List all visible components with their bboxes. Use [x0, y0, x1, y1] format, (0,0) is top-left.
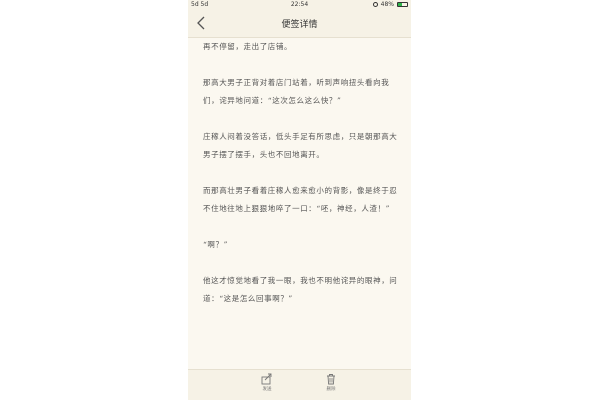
battery-percent: 48% — [380, 1, 394, 8]
note-paragraph: 他这才惊觉地看了我一眼，我也不明他诧异的眼神，问道：“这是怎么回事啊？” — [203, 276, 398, 303]
note-paragraph: 那高大男子正背对着店门站着，听到声响扭头看向我们，诧异地问道：“这次怎么这么快？… — [203, 78, 390, 105]
note-paragraph: 而那高壮男子看着庄稼人愈来愈小的背影，像是终于忍不住地往地上狠狠地啐了一口：“呸… — [203, 186, 398, 213]
note-paragraph: 庄稼人闷着没答话，低头手足有所思虑，只是朝那高大男子摆了摆手，头也不回地离开。 — [203, 132, 398, 159]
battery-fill — [398, 3, 403, 6]
battery-icon — [397, 2, 408, 7]
status-right: 48% — [372, 1, 408, 8]
bottom-toolbar: 发送 删除 — [188, 369, 411, 400]
note-paragraph: 再不停留，走出了店铺。 — [203, 42, 293, 51]
note-paragraph: “啊？” — [203, 240, 229, 249]
delete-label: 删除 — [326, 387, 336, 392]
phone-screen: 5d 5d 22:54 48% 便签详情 再不停留，走出了店铺。 那高大男子正背… — [188, 0, 411, 400]
nav-bar: 便签详情 — [188, 10, 411, 38]
delete-button[interactable]: 删除 — [316, 373, 346, 392]
alarm-icon — [372, 2, 378, 7]
trash-icon — [327, 374, 335, 385]
status-bar: 5d 5d 22:54 48% — [188, 0, 411, 10]
page-title: 便签详情 — [281, 20, 318, 30]
note-content: 再不停留，走出了店铺。 那高大男子正背对着店门站着，听到声响扭头看向我们，诧异地… — [203, 38, 401, 370]
send-button[interactable]: 发送 — [252, 373, 282, 392]
share-icon — [261, 373, 272, 385]
send-label: 发送 — [262, 387, 272, 392]
